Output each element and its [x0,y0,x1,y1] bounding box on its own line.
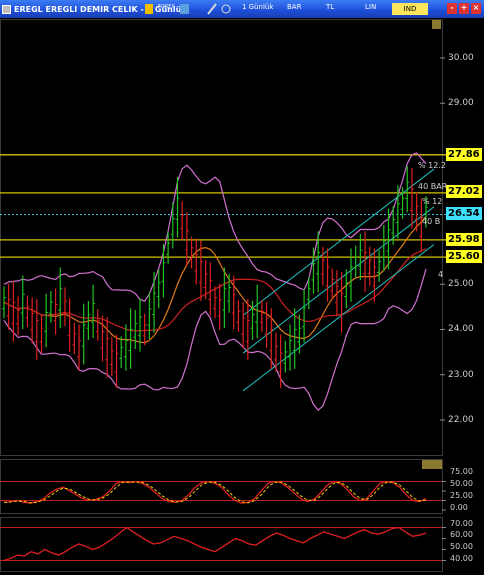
last-price-tag: 26.54 [446,207,482,220]
price-tag: 25.60 [446,250,482,263]
channel-annotation: % 12.2 [418,161,446,170]
channel-annotation: 4 [438,270,444,279]
chart-canvas [0,57,446,562]
y-tick: 24.00 [448,324,474,334]
rsi-y-tick: 70.00 [450,519,473,528]
stoch-y-tick: 50.00 [450,479,473,488]
bollinger-upper [3,152,427,302]
y-tick: 22.00 [448,415,474,425]
channel-annotation: 40 B [422,217,441,226]
rsi-y-tick: 50.00 [450,542,473,551]
channel-annotation: % 12 [422,197,443,206]
channel-annotation: 40 BAR [418,182,448,191]
rsi-line [3,526,427,562]
rsi-y-tick: 60.00 [450,530,473,539]
y-tick: 23.00 [448,370,474,380]
y-tick: 25.00 [448,279,474,289]
stoch-y-tick: 25.00 [450,491,473,500]
price-tag: 27.86 [446,148,482,161]
stoch-y-tick: 75.00 [450,467,473,476]
y-tick: 30.00 [448,53,474,63]
rsi-y-tick: 40.00 [450,554,473,563]
y-tick: 29.00 [448,98,474,108]
price-tag: 27.02 [446,185,482,198]
stoch-y-tick: 0.00 [450,503,468,512]
price-tag: 25.98 [446,233,482,246]
stoch-k-line [3,480,427,504]
panel-handle-icon[interactable] [432,20,441,29]
panel-handle-icon[interactable] [422,460,442,469]
